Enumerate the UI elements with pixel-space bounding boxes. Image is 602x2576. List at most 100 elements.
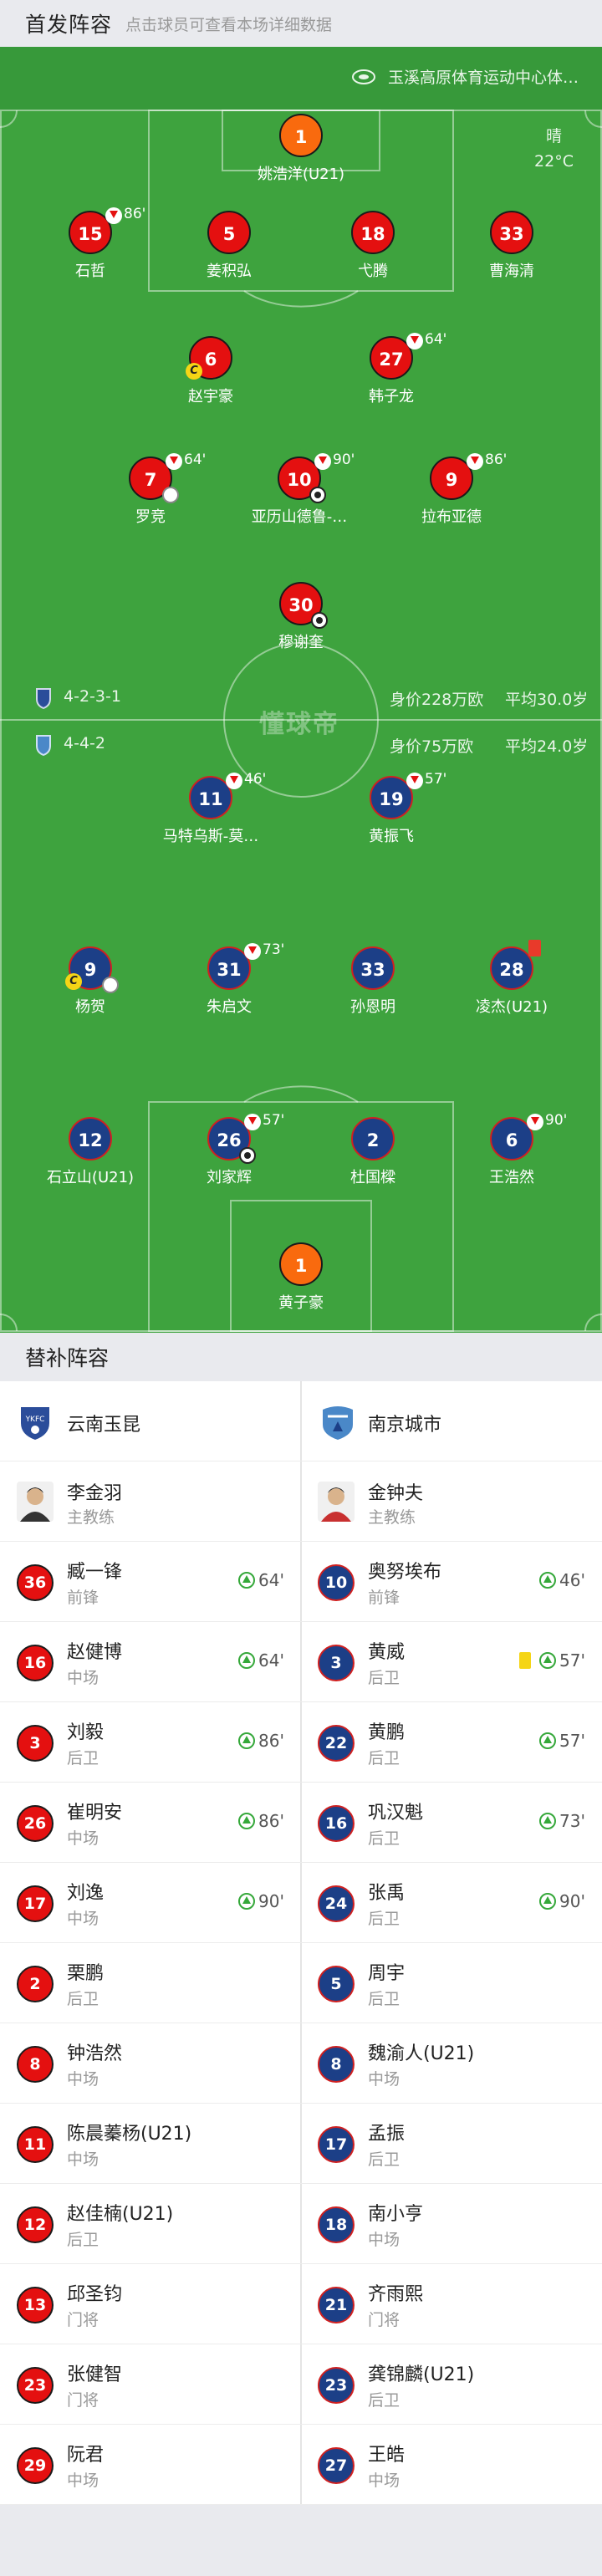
coach-name: 金钟夫: [368, 1483, 424, 1504]
home-bench-player[interactable]: 12 赵佳楠(U21) 后卫: [0, 2184, 301, 2264]
away-bench-player[interactable]: 3 黄威 后卫 57': [301, 1622, 602, 1702]
home-bench-player[interactable]: 17 刘逸 中场 90': [0, 1863, 301, 1943]
home-bench-player[interactable]: 13 邱圣钧 门将: [0, 2264, 301, 2344]
sub-on-icon: [539, 1813, 557, 1829]
away-coach-cell[interactable]: 金钟夫 主教练: [301, 1461, 602, 1542]
home-bench-player[interactable]: 26 崔明安 中场 86': [0, 1783, 301, 1863]
player-number: 7: [144, 470, 157, 490]
bench-row: 16 赵健博 中场 64' 3 黄威 后卫 57': [0, 1622, 602, 1702]
bench-row: 26 崔明安 中场 86' 16 巩汉魁 后卫 73': [0, 1783, 602, 1863]
sub-on-indicator: 46': [539, 1570, 585, 1590]
sub-on-icon: [238, 1652, 256, 1669]
home-bench-player[interactable]: 16 赵健博 中场 64': [0, 1622, 301, 1702]
home-coach-cell[interactable]: 李金羽 主教练: [0, 1461, 301, 1542]
sub-on-time: 64': [258, 1570, 284, 1590]
player-position: 前锋: [67, 1589, 99, 1607]
home-player[interactable]: 1 姚浩洋(U21): [217, 114, 385, 184]
away-bench-player[interactable]: 22 黄鹏 后卫 57': [301, 1702, 602, 1783]
lineup-header: 首发阵容 点击球员可查看本场详细数据: [0, 0, 602, 47]
home-bench-player[interactable]: 11 陈晨蓁杨(U21) 中场: [0, 2104, 301, 2184]
player-name: 亚历山德鲁-…: [251, 508, 348, 526]
home-player[interactable]: 10 90' 亚历山德鲁-…: [216, 451, 383, 527]
player-name: 孟振: [368, 2124, 406, 2145]
home-bench-player[interactable]: 23 张健智 门将: [0, 2344, 301, 2425]
coach-role: 主教练: [67, 1508, 115, 1527]
player-position: 后卫: [368, 1749, 400, 1767]
home-player[interactable]: 9 86' 拉布亚德: [368, 451, 535, 527]
player-position: 后卫: [67, 1749, 99, 1767]
venue: 玉溪高原体育运动中心体…: [351, 65, 579, 88]
sub-time: 86': [485, 451, 508, 468]
home-bench-player[interactable]: 36 臧一锋 前锋 64': [0, 1542, 301, 1622]
goal-ball-icon: [311, 612, 328, 629]
home-bench-player[interactable]: 29 阮君 中场: [0, 2425, 301, 2505]
away-bench-player[interactable]: 17 孟振后卫: [301, 2104, 602, 2184]
away-team-info: 4-4-2 身价75万欧 平均24.0岁: [0, 734, 602, 759]
away-age: 平均24.0岁: [505, 737, 589, 756]
player-number: 6: [204, 349, 217, 370]
away-bench-player[interactable]: 24 张禹 后卫 90': [301, 1863, 602, 1943]
player-name: 赵佳楠(U21): [67, 2204, 174, 2225]
away-bench-player[interactable]: 5 周宇 后卫: [301, 1943, 602, 2023]
home-player[interactable]: 33 曹海清: [428, 211, 595, 281]
sub-on-time: 57': [559, 1731, 585, 1751]
home-player[interactable]: 6C 赵宇豪: [127, 336, 294, 406]
away-bench-player[interactable]: 8 魏渝人(U21) 中场: [301, 2023, 602, 2104]
bench-row: 11 陈晨蓁杨(U21) 中场 17 孟振后卫: [0, 2104, 602, 2184]
home-bench-player[interactable]: 8 钟浩然 中场: [0, 2023, 301, 2104]
substitutes-header: 替补阵容: [0, 1333, 602, 1381]
home-team-cell[interactable]: YKFC 云南玉昆: [0, 1381, 301, 1461]
away-bench-player[interactable]: 10 奥努埃布 前锋 46': [301, 1542, 602, 1622]
home-bench-player[interactable]: 2 栗鹏 后卫: [0, 1943, 301, 2023]
home-team-info: 4-2-3-1 身价228万欧 平均30.0岁: [0, 687, 602, 712]
player-position: 中场: [368, 2070, 400, 2089]
player-position: 后卫: [368, 1990, 400, 2008]
player-number: 10: [318, 1564, 355, 1601]
player-number: 17: [318, 2126, 355, 2163]
away-player[interactable]: 19 57' 黄振飞: [308, 771, 475, 846]
sub-time: 73': [263, 941, 285, 958]
home-player[interactable]: 27 64' 韩子龙: [308, 331, 475, 406]
pitch: 玉溪高原体育运动中心体… 晴 22°C 懂球帝 4-2-3-1 身价228万欧 …: [0, 47, 602, 1333]
player-number: 26: [217, 1130, 242, 1150]
away-bench-player[interactable]: 21 齐雨熙 门将: [301, 2264, 602, 2344]
home-player[interactable]: 30 穆谢奎: [217, 582, 385, 652]
assist-icon: [102, 977, 119, 993]
player-name: 刘家辉: [207, 1169, 252, 1186]
home-player[interactable]: 7 64' 罗竞: [67, 451, 234, 527]
away-team-cell[interactable]: 南京城市: [301, 1381, 602, 1461]
sub-off-icon: [527, 1114, 543, 1130]
away-player[interactable]: 6 90' 王浩然: [428, 1112, 595, 1187]
sub-off-icon: [314, 453, 331, 470]
away-bench-player[interactable]: 18 南小亨 中场: [301, 2184, 602, 2264]
sub-off-icon: [406, 333, 423, 349]
home-player[interactable]: 5 姜积弘: [145, 211, 313, 281]
weather: 晴 22°C: [534, 124, 574, 174]
player-number: 23: [17, 2367, 54, 2404]
sub-on-indicator: 64': [238, 1570, 284, 1590]
away-player[interactable]: 28 凌杰(U21): [428, 940, 595, 1017]
away-player[interactable]: 26 57' 刘家辉: [145, 1112, 313, 1187]
home-team-name: 云南玉昆: [67, 1415, 141, 1436]
sub-on-time: 90': [559, 1891, 585, 1911]
player-number: 3: [17, 1725, 54, 1762]
coach-row: 李金羽 主教练 金钟夫 主教练: [0, 1461, 602, 1542]
away-player[interactable]: 11 46' 马特乌斯-莫…: [127, 771, 294, 846]
home-value: 身价228万欧: [390, 691, 484, 709]
player-number: 29: [17, 2447, 54, 2484]
sub-on-icon: [238, 1732, 256, 1749]
player-number: 8: [17, 2046, 54, 2083]
player-position: 后卫: [368, 2150, 400, 2169]
away-bench-player[interactable]: 23 龚锦麟(U21) 后卫: [301, 2344, 602, 2425]
sub-time: 90': [545, 1112, 568, 1129]
player-position: 中场: [368, 2231, 400, 2249]
home-bench-player[interactable]: 3 刘毅 后卫 86': [0, 1702, 301, 1783]
sub-on-indicator: 86': [238, 1811, 284, 1831]
player-name: 拉布亚德: [421, 508, 482, 526]
home-age: 平均30.0岁: [505, 691, 589, 709]
away-player[interactable]: 1 黄子豪: [217, 1242, 385, 1313]
away-bench-player[interactable]: 16 巩汉魁 后卫 73': [301, 1783, 602, 1863]
player-name: 赵宇豪: [188, 388, 233, 406]
away-bench-player[interactable]: 27 王皓 中场: [301, 2425, 602, 2505]
away-player[interactable]: 31 73' 朱启文: [145, 941, 313, 1017]
